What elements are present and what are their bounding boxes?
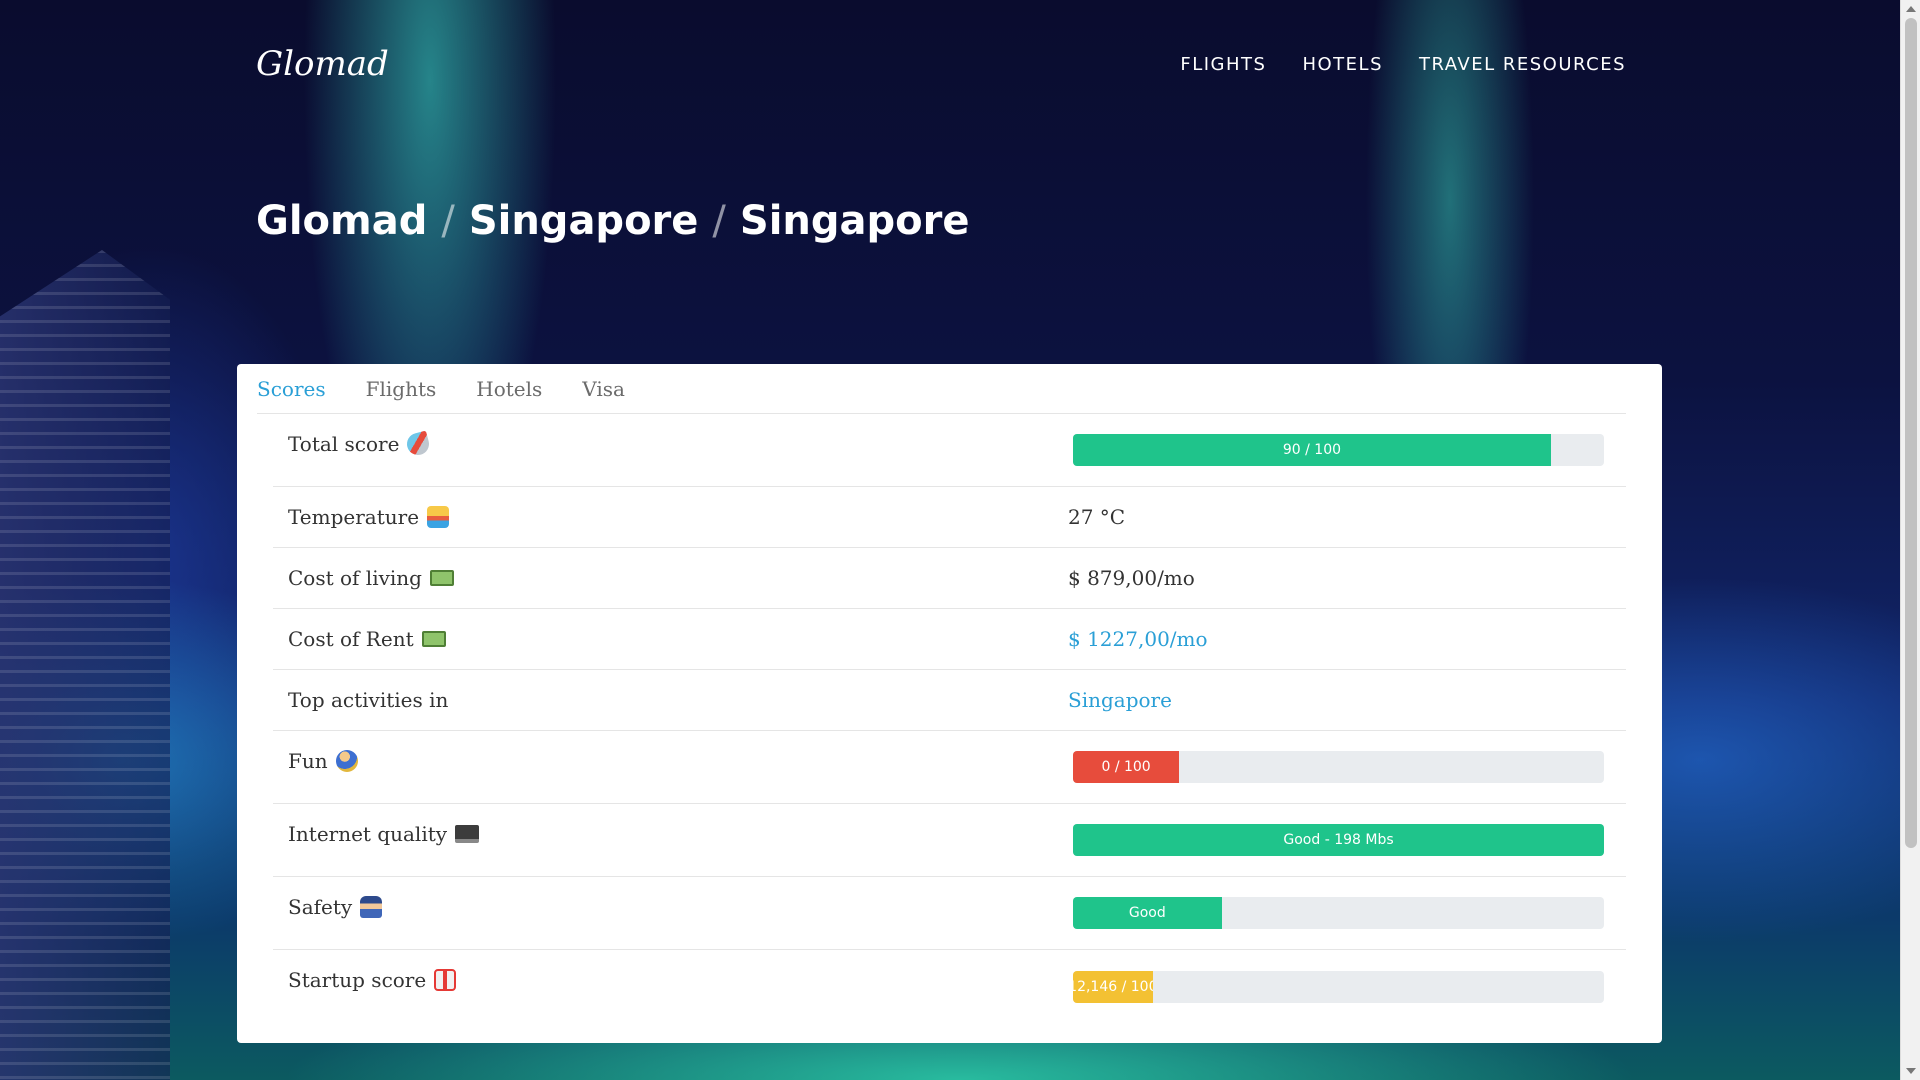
internet-quality-bar: Good - 198 Mbs: [1073, 824, 1604, 856]
tab-flights[interactable]: Flights: [366, 377, 437, 401]
breadcrumb-separator: /: [712, 198, 726, 244]
tab-hotels[interactable]: Hotels: [476, 377, 542, 401]
score-label-text: Temperature: [288, 505, 420, 529]
score-row-temperature: Temperature 27 °C: [273, 487, 1626, 548]
score-row-top-activities: Top activities in Singapore: [273, 670, 1626, 731]
temperature-value: 27 °C: [1068, 505, 1126, 529]
rocket-icon: [404, 430, 432, 458]
breadcrumb: Glomad / Singapore / Singapore: [256, 198, 969, 244]
money-icon: [429, 570, 454, 586]
dancer-icon: [335, 750, 358, 772]
score-label: Safety: [273, 877, 1068, 919]
breadcrumb-item-country[interactable]: Singapore: [469, 198, 699, 244]
breadcrumb-separator: /: [441, 198, 455, 244]
safety-bar-fill: Good: [1073, 897, 1222, 929]
scrollbar-thumb[interactable]: [1905, 18, 1917, 848]
nav-link-hotels[interactable]: HOTELS: [1302, 54, 1383, 75]
scroll-up-arrow-icon[interactable]: [1906, 6, 1916, 12]
laptop-icon: [455, 825, 480, 843]
details-tabs: Scores Flights Hotels Visa: [257, 364, 1626, 414]
score-label: Total score: [273, 414, 1068, 458]
nav-link-travel-resources[interactable]: TRAVEL RESOURCES: [1419, 54, 1626, 75]
fun-score-bar-fill: 0 / 100: [1073, 751, 1180, 783]
score-row-total: Total score 90 / 100: [273, 414, 1626, 487]
score-label-text: Cost of Rent: [288, 627, 414, 651]
score-label-text: Fun: [288, 749, 328, 773]
money-icon: [421, 631, 446, 647]
cost-of-rent-link[interactable]: $ 1227,00/mo: [1068, 627, 1208, 651]
city-details-card: Scores Flights Hotels Visa Total score 9…: [237, 364, 1662, 1043]
startup-score-bar: 12,146 / 100: [1073, 970, 1604, 1003]
score-label-text: Startup score: [288, 968, 427, 992]
breadcrumb-item-glomad[interactable]: Glomad: [256, 198, 427, 244]
score-row-internet: Internet quality Good - 198 Mbs: [273, 804, 1626, 877]
safety-bar: Good: [1073, 897, 1604, 929]
nav-links: FLIGHTS HOTELS TRAVEL RESOURCES: [1180, 54, 1626, 75]
score-label: Temperature: [273, 505, 1068, 529]
sunset-icon: [427, 506, 450, 528]
top-activities-link[interactable]: Singapore: [1068, 688, 1172, 712]
internet-quality-bar-fill: Good - 198 Mbs: [1073, 824, 1604, 856]
score-label: Fun: [273, 731, 1068, 773]
score-label-text: Internet quality: [288, 822, 448, 846]
score-row-cost-of-living: Cost of living $ 879,00/mo: [273, 548, 1626, 609]
score-label: Cost of living: [273, 566, 1068, 590]
background-skyscraper: [0, 250, 170, 1080]
score-row-fun: Fun 0 / 100: [273, 731, 1626, 804]
score-label: Cost of Rent: [273, 627, 1068, 651]
tab-visa[interactable]: Visa: [582, 377, 625, 401]
scroll-down-arrow-icon[interactable]: [1906, 1068, 1916, 1074]
score-row-safety: Safety Good: [273, 877, 1626, 950]
startup-score-bar-fill: 12,146 / 100: [1073, 970, 1153, 1003]
score-label-text: Total score: [288, 432, 400, 456]
brand-logo[interactable]: Glomad: [256, 44, 389, 84]
cost-of-living-value: $ 879,00/mo: [1068, 566, 1195, 590]
nav-link-flights[interactable]: FLIGHTS: [1180, 54, 1266, 75]
top-navbar: Glomad FLIGHTS HOTELS TRAVEL RESOURCES: [256, 36, 1626, 92]
score-label-text: Safety: [288, 895, 353, 919]
scores-table: Total score 90 / 100 Temperature 27 °C C…: [273, 414, 1626, 1023]
score-label: Top activities in: [273, 688, 1068, 712]
page-scrollbar[interactable]: [1900, 0, 1920, 1080]
breadcrumb-item-city: Singapore: [739, 198, 970, 244]
score-label: Startup score: [273, 950, 1068, 992]
score-label-text: Cost of living: [288, 566, 422, 590]
total-score-bar-fill: 90 / 100: [1073, 434, 1551, 466]
score-label: Internet quality: [273, 804, 1068, 846]
fun-score-bar: 0 / 100: [1073, 751, 1604, 783]
gift-icon: [434, 969, 457, 991]
total-score-bar: 90 / 100: [1073, 434, 1604, 466]
police-officer-icon: [360, 896, 383, 918]
score-row-startup: Startup score 12,146 / 100: [273, 950, 1626, 1023]
score-label-text: Top activities in: [288, 688, 449, 712]
tab-scores[interactable]: Scores: [257, 377, 326, 401]
score-row-cost-of-rent: Cost of Rent $ 1227,00/mo: [273, 609, 1626, 670]
